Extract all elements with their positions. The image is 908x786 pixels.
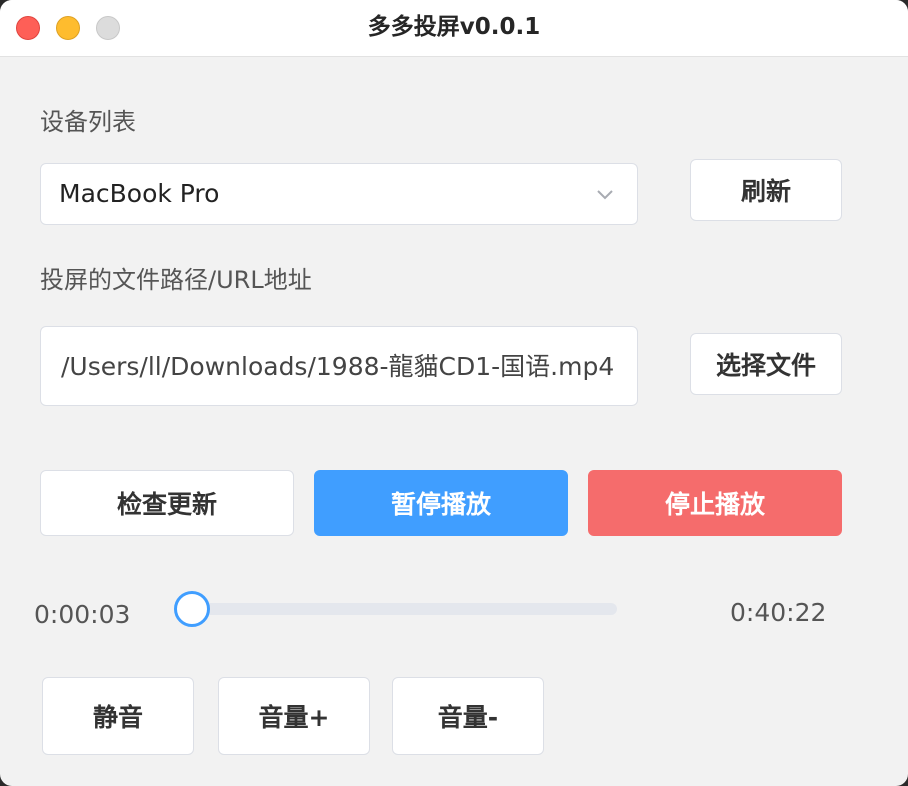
mute-button[interactable]: 静音 <box>42 677 194 755</box>
volume-down-button[interactable]: 音量- <box>392 677 544 755</box>
app-window: 多多投屏v0.0.1 设备列表 MacBook Pro 刷新 投屏的文件路径/U… <box>0 0 908 786</box>
device-list-label: 设备列表 <box>40 108 136 136</box>
refresh-button[interactable]: 刷新 <box>690 159 842 221</box>
progress-slider-thumb[interactable] <box>173 591 210 627</box>
progress-slider-track[interactable] <box>190 603 617 615</box>
title-bar: 多多投屏v0.0.1 <box>0 0 908 57</box>
file-path-label: 投屏的文件路径/URL地址 <box>40 266 312 294</box>
file-path-input[interactable]: /Users/ll/Downloads/1988-龍貓CD1-国语.mp4 <box>40 326 638 406</box>
current-time: 0:00:03 <box>34 600 131 629</box>
check-update-button[interactable]: 检查更新 <box>40 470 294 536</box>
stop-playback-button[interactable]: 停止播放 <box>588 470 842 536</box>
volume-up-button[interactable]: 音量+ <box>218 677 370 755</box>
choose-file-button[interactable]: 选择文件 <box>690 333 842 395</box>
pause-playback-button[interactable]: 暂停播放 <box>314 470 568 536</box>
file-path-value: /Users/ll/Downloads/1988-龍貓CD1-国语.mp4 <box>61 352 615 381</box>
device-select-value: MacBook Pro <box>59 179 220 208</box>
device-select[interactable]: MacBook Pro <box>40 163 638 225</box>
total-time: 0:40:22 <box>730 598 827 627</box>
chevron-down-icon <box>597 190 613 200</box>
window-title: 多多投屏v0.0.1 <box>367 14 541 40</box>
